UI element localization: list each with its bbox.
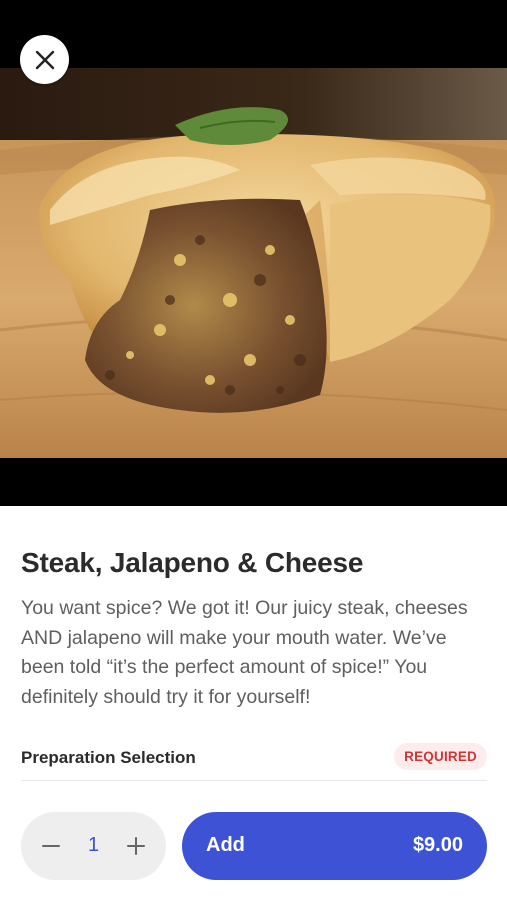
plus-icon — [127, 837, 145, 855]
add-button-label: Add — [206, 834, 245, 856]
decrease-quantity-button[interactable] — [31, 826, 71, 866]
item-title: Steak, Jalapeno & Cheese — [21, 547, 364, 578]
close-button[interactable] — [20, 35, 69, 84]
preparation-selection-row[interactable]: Preparation Selection REQUIRED — [21, 740, 487, 781]
increase-quantity-button[interactable] — [116, 826, 156, 866]
add-button-price: $9.00 — [412, 834, 463, 856]
hero-image — [0, 0, 507, 506]
add-to-cart-button[interactable]: Add $9.00 — [182, 812, 487, 880]
preparation-selection-label: Preparation Selection — [21, 748, 196, 767]
item-description: You want spice? We got it! Our juicy ste… — [21, 597, 468, 708]
close-icon — [35, 50, 54, 69]
minus-icon — [42, 845, 60, 847]
quantity-value: 1 — [87, 834, 100, 856]
required-badge: REQUIRED — [394, 743, 487, 770]
quantity-stepper: 1 — [21, 812, 166, 880]
pie-photo — [0, 68, 507, 458]
